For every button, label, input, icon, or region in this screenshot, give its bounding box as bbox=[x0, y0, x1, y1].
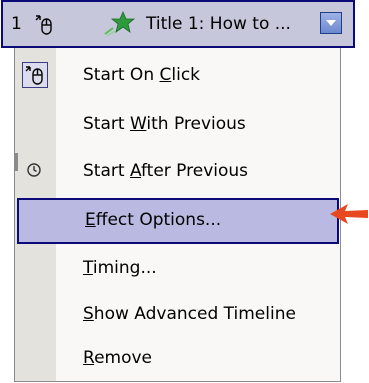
menu-item-label: Start On Click bbox=[83, 65, 201, 85]
menu-item-label: Show Advanced Timeline bbox=[83, 304, 296, 324]
menu-item-label: Remove bbox=[83, 348, 153, 368]
context-menu: Start On Click Start With Previous Start… bbox=[14, 48, 341, 382]
mouse-click-icon bbox=[34, 13, 54, 42]
menu-item-show-advanced-timeline[interactable]: Show Advanced Timeline bbox=[15, 292, 340, 338]
clock-icon bbox=[22, 158, 48, 184]
menu-item-effect-options[interactable]: Effect Options... bbox=[17, 198, 339, 244]
menu-item-label: Timing... bbox=[83, 258, 157, 278]
menu-item-label: Start After Previous bbox=[83, 161, 249, 181]
menu-item-start-with-previous[interactable]: Start With Previous bbox=[15, 102, 340, 148]
red-pointer-arrow-icon bbox=[328, 200, 369, 233]
menu-item-label: Start With Previous bbox=[83, 114, 246, 134]
animation-order-number: 1 bbox=[11, 14, 22, 34]
dropdown-button[interactable] bbox=[320, 12, 342, 34]
menu-item-start-after-previous[interactable]: Start After Previous bbox=[15, 149, 340, 195]
animation-item-header[interactable]: 1 Title 1: How to ... bbox=[1, 0, 355, 48]
menu-item-timing[interactable]: Timing... bbox=[15, 246, 340, 292]
green-star-effect-icon bbox=[103, 10, 137, 43]
menu-item-start-on-click[interactable]: Start On Click bbox=[15, 53, 340, 99]
animation-item-title: Title 1: How to ... bbox=[146, 14, 291, 34]
menu-item-remove[interactable]: Remove bbox=[15, 336, 340, 382]
menu-item-label: Effect Options... bbox=[85, 210, 222, 230]
mouse-click-icon bbox=[22, 62, 48, 88]
